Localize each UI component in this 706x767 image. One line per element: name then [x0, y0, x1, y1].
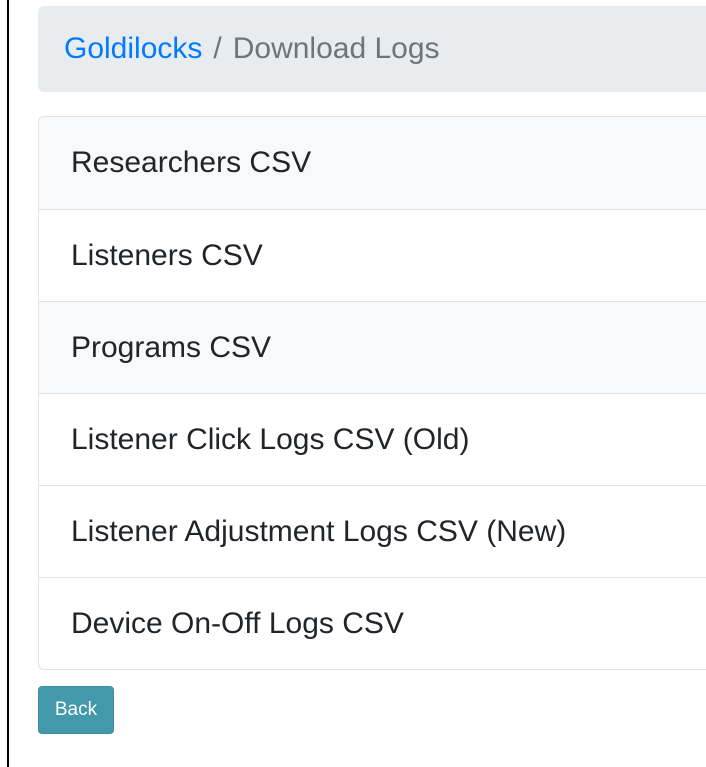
download-listener-click-logs-csv[interactable]: Listener Click Logs CSV (Old): [39, 393, 706, 485]
breadcrumb-separator: /: [213, 32, 222, 65]
breadcrumb-current-page: Download Logs: [232, 32, 440, 65]
download-list: Researchers CSV Listeners CSV Programs C…: [38, 116, 706, 670]
back-button[interactable]: Back: [38, 686, 114, 734]
download-listeners-csv[interactable]: Listeners CSV: [39, 209, 706, 301]
breadcrumb: Goldilocks / Download Logs: [38, 6, 706, 92]
download-device-on-off-logs-csv[interactable]: Device On-Off Logs CSV: [39, 577, 706, 669]
breadcrumb-home-link[interactable]: Goldilocks: [64, 34, 202, 64]
download-programs-csv[interactable]: Programs CSV: [39, 301, 706, 393]
download-researchers-csv[interactable]: Researchers CSV: [39, 117, 706, 209]
download-listener-adjustment-logs-csv[interactable]: Listener Adjustment Logs CSV (New): [39, 485, 706, 577]
